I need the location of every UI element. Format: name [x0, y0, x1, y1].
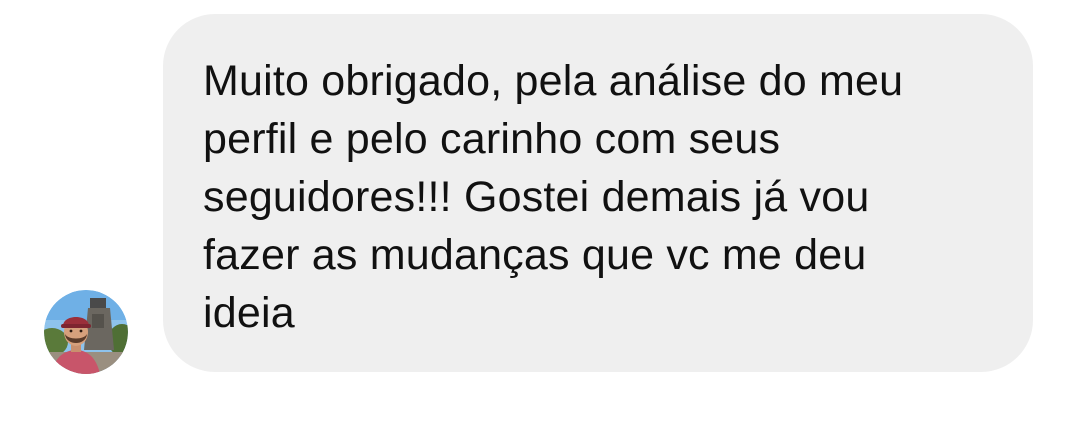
message-bubble[interactable]: Muito obrigado, pela análise do meu perf… [163, 14, 1033, 372]
sender-avatar[interactable] [44, 290, 128, 374]
avatar-photo [44, 290, 128, 374]
message-text: Muito obrigado, pela análise do meu perf… [203, 57, 904, 337]
chat-thread: Muito obrigado, pela análise do meu perf… [0, 0, 1084, 424]
